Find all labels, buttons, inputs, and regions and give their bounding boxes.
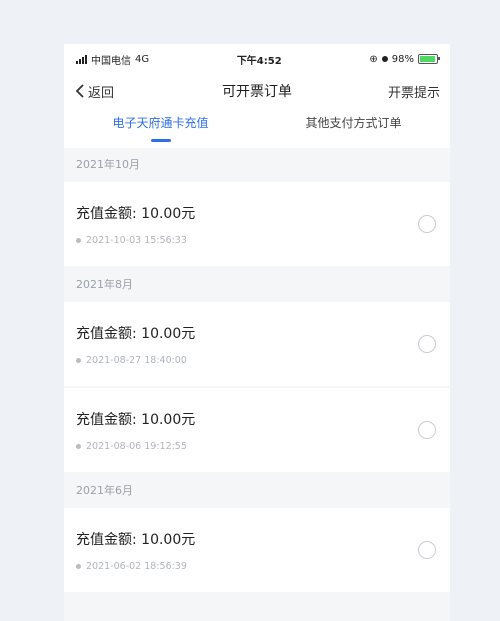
back-button[interactable]: 返回 — [74, 82, 114, 101]
select-radio[interactable] — [418, 215, 436, 233]
bullet-icon — [76, 357, 81, 363]
order-amount: 充值金额: 10.00元 — [76, 205, 196, 222]
month-header: 2021年6月 — [76, 484, 133, 497]
order-time-row: 2021-08-06 19:12:55 — [76, 441, 438, 452]
select-radio[interactable] — [418, 335, 436, 353]
status-time: 下午4:52 — [236, 55, 282, 67]
signal-icon — [76, 54, 87, 64]
location-icon: ⊕ — [369, 53, 378, 65]
status-right: ⊕ 98% — [369, 53, 440, 65]
bullet-icon — [76, 563, 81, 569]
order-time-row: 2021-06-02 18:56:39 — [76, 561, 438, 572]
order-amount: 充值金额: 10.00元 — [76, 411, 196, 428]
order-item[interactable]: 充值金额: 10.00元 2021-08-06 19:12:55 — [64, 388, 450, 472]
tab-bar: 电子天府通卡充值 其他支付方式订单 — [64, 108, 450, 148]
order-amount: 充值金额: 10.00元 — [76, 325, 196, 342]
status-left: 中国电信 4G — [76, 52, 149, 67]
order-time: 2021-08-27 18:40:00 — [86, 354, 187, 366]
select-radio[interactable] — [418, 421, 436, 439]
order-item[interactable]: 充值金额: 10.00元 2021-08-27 18:40:00 — [64, 302, 450, 386]
phone-screen: 中国电信 4G 下午4:52 ⊕ 98% 返回 可开票订单 开票提示 电子天府通… — [64, 44, 450, 621]
tab-active-indicator — [150, 139, 171, 142]
carrier-label: 中国电信 — [91, 55, 131, 67]
header-area: 中国电信 4G 下午4:52 ⊕ 98% 返回 可开票订单 开票提示 电子天府通… — [64, 44, 450, 148]
network-label: 4G — [135, 53, 150, 65]
order-time-row: 2021-10-03 15:56:33 — [76, 235, 438, 246]
order-item[interactable]: 充值金额: 10.00元 2021-06-02 18:56:39 — [64, 508, 450, 592]
month-header: 2021年10月 — [76, 158, 140, 171]
order-time: 2021-08-06 19:12:55 — [86, 440, 187, 452]
nav-bar: 返回 可开票订单 开票提示 — [64, 74, 450, 108]
order-time: 2021-06-02 18:56:39 — [86, 560, 187, 572]
tab-label: 电子天府通卡充值 — [112, 116, 209, 130]
back-label: 返回 — [88, 85, 115, 101]
battery-percent: 98% — [391, 53, 414, 65]
tab-tianfutong-recharge[interactable]: 电子天府通卡充值 — [64, 108, 257, 148]
battery-icon — [418, 54, 440, 64]
order-time: 2021-10-03 15:56:33 — [86, 234, 187, 246]
alarm-icon — [381, 56, 388, 62]
chevron-left-icon — [75, 84, 84, 98]
status-bar: 中国电信 4G 下午4:52 ⊕ 98% — [64, 44, 450, 74]
tab-label: 其他支付方式订单 — [305, 116, 402, 130]
invoice-tips-button[interactable]: 开票提示 — [388, 82, 440, 101]
tab-indicator — [344, 139, 364, 142]
bullet-icon — [76, 237, 81, 243]
month-header: 2021年8月 — [76, 278, 133, 291]
bullet-icon — [76, 443, 81, 449]
order-time-row: 2021-08-27 18:40:00 — [76, 355, 438, 366]
order-item[interactable]: 充值金额: 10.00元 2021-10-03 15:56:33 — [64, 182, 450, 266]
tab-other-payment[interactable]: 其他支付方式订单 — [257, 108, 450, 148]
order-amount: 充值金额: 10.00元 — [76, 531, 196, 548]
select-radio[interactable] — [418, 541, 436, 559]
